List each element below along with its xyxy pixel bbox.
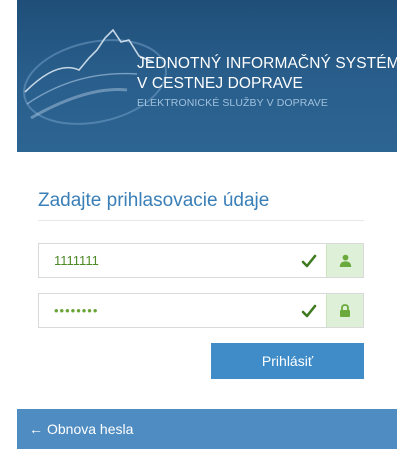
system-subtitle: ELEKTRONICKÉ SLUŽBY V DOPRAVE	[137, 97, 328, 109]
login-heading: Zadajte prihlasovacie údaje	[38, 190, 364, 221]
header-banner: JEDNOTNÝ INFORMAČNÝ SYSTÉM V CESTNEJ DOP…	[17, 0, 397, 152]
check-icon	[301, 254, 317, 268]
user-addon	[326, 244, 363, 277]
arrow-left-icon: ←	[29, 421, 43, 437]
username-group	[38, 243, 364, 278]
password-reset-link[interactable]: ← Obnova hesla	[17, 409, 397, 449]
lock-icon	[340, 304, 350, 317]
username-field[interactable]	[39, 244, 327, 277]
check-icon	[301, 304, 317, 318]
password-group[interactable]: ••••••••	[38, 293, 364, 328]
system-title-line2: V CESTNEJ DOPRAVE	[137, 75, 303, 92]
user-icon	[339, 254, 351, 267]
system-title-line1: JEDNOTNÝ INFORMAČNÝ SYSTÉM	[137, 55, 397, 72]
password-reset-label: Obnova hesla	[47, 421, 134, 437]
login-button[interactable]: Prihlásiť	[211, 343, 364, 379]
lock-addon	[326, 294, 363, 327]
login-card: Zadajte prihlasovacie údaje •••••••• Pri…	[17, 152, 397, 401]
password-field[interactable]: ••••••••	[54, 304, 98, 317]
